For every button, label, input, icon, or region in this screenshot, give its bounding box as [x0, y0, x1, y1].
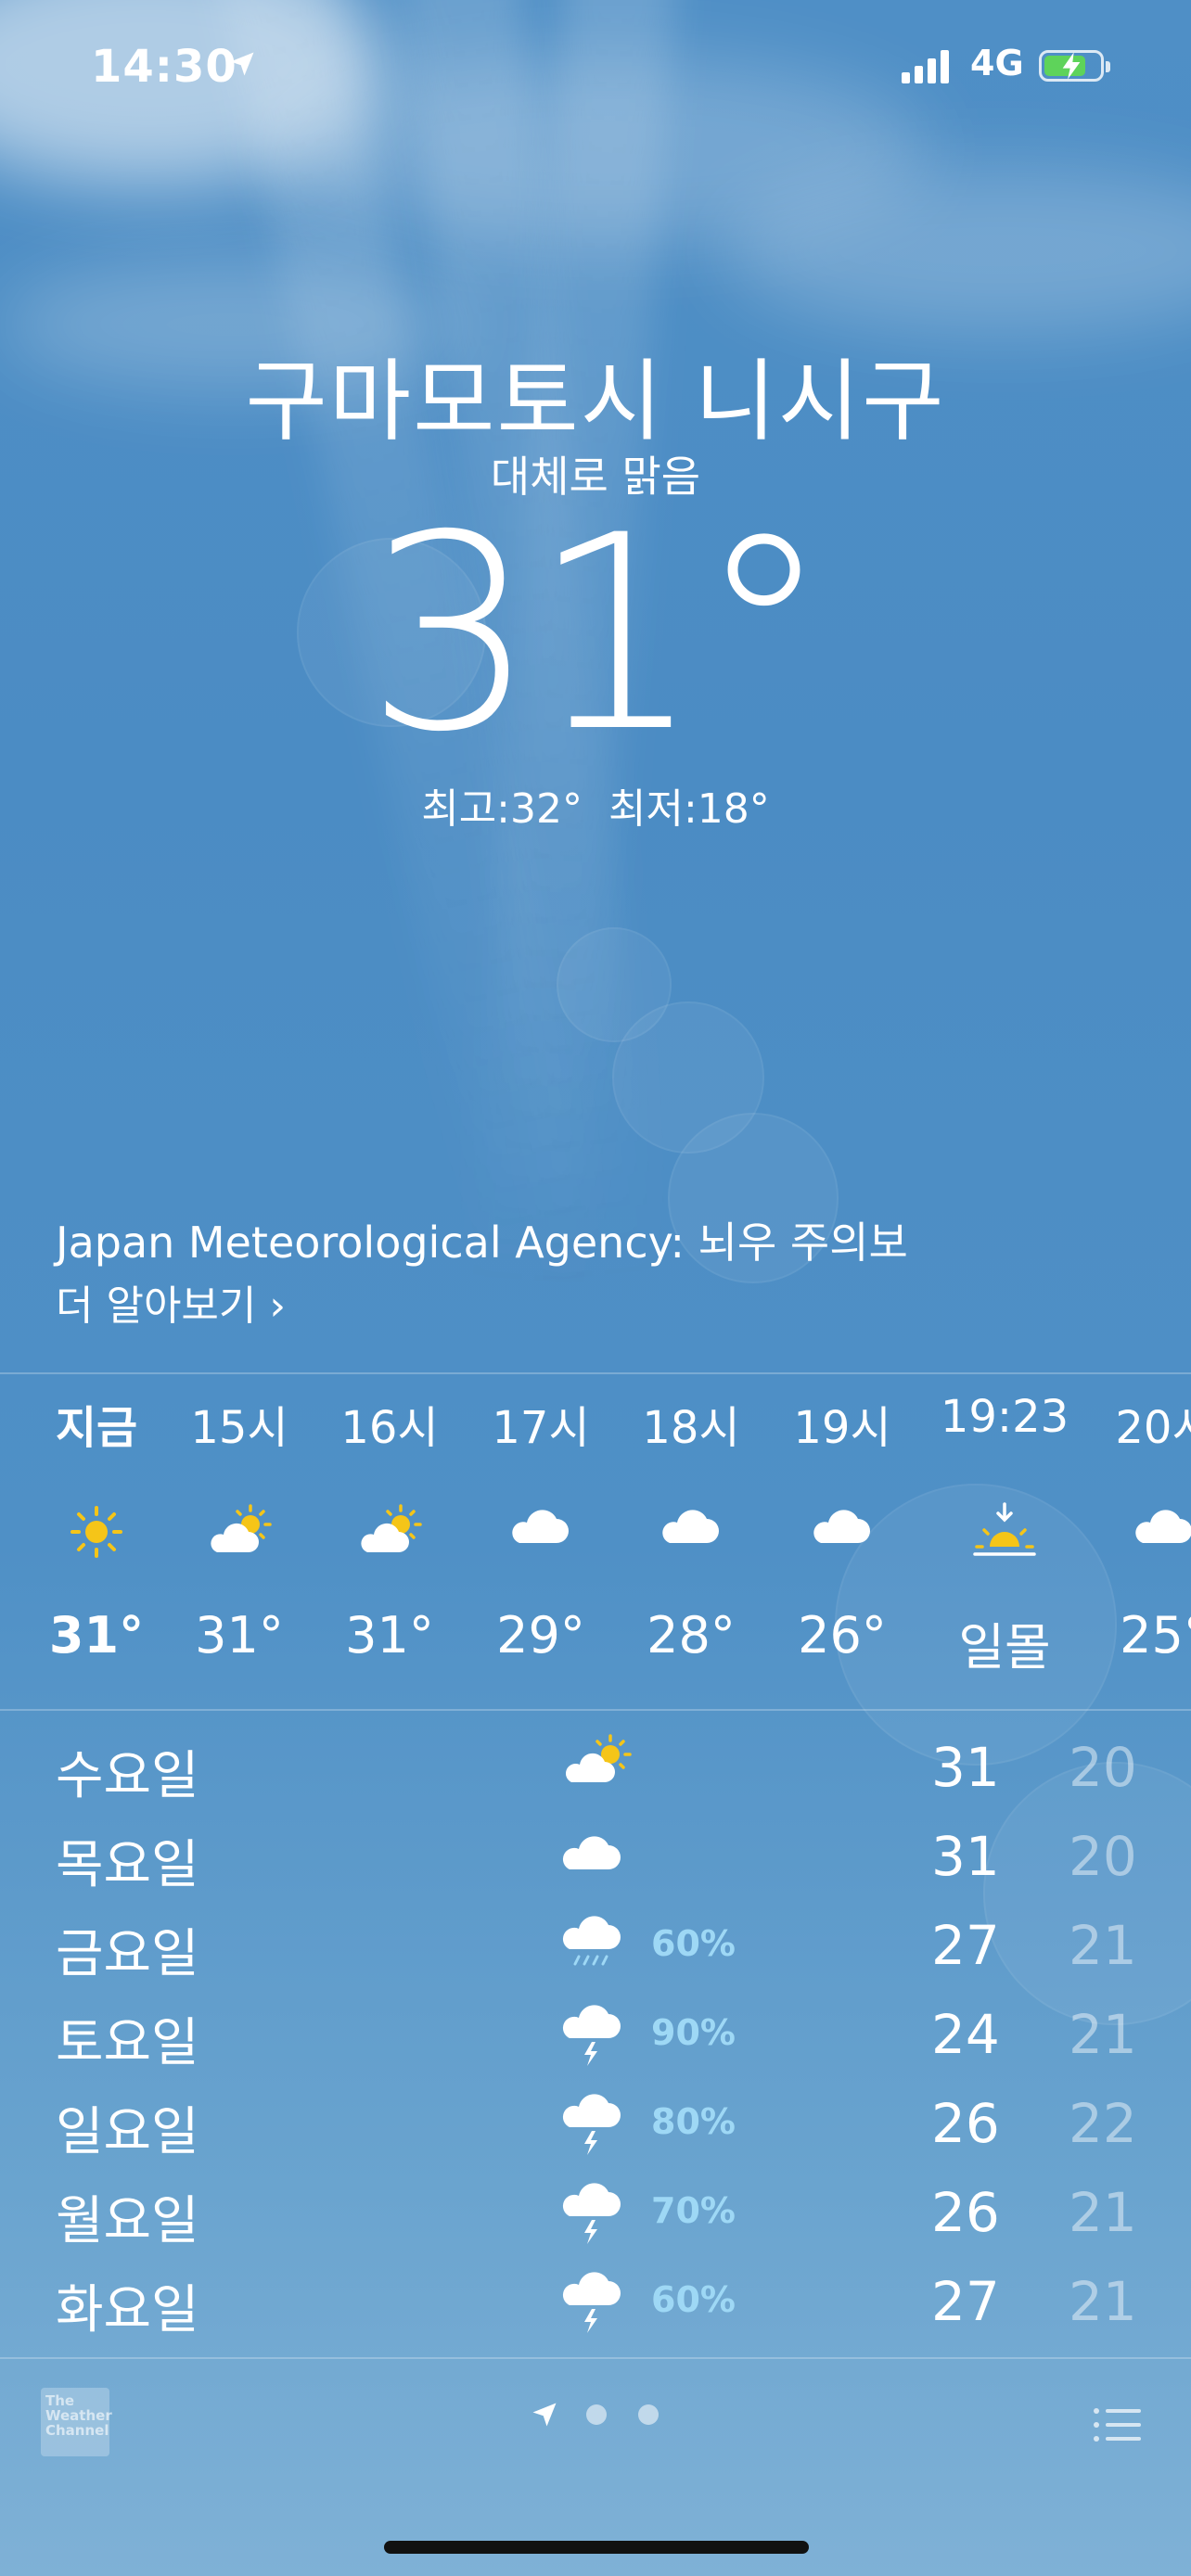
day-name: 수요일 [56, 1746, 199, 1806]
day-name: 목요일 [56, 1835, 199, 1895]
hour-label: 15시 [190, 1402, 288, 1454]
location-arrow-icon [532, 2403, 557, 2427]
day-name: 화요일 [56, 2280, 199, 2340]
divider [0, 1709, 1191, 1711]
day-name: 월요일 [56, 2191, 199, 2251]
daily-row: 목요일 31 20 [0, 1814, 1191, 1903]
battery-charging-icon [1039, 50, 1110, 82]
hour-label: 16시 [340, 1402, 439, 1454]
status-bar: 14:30 4G [0, 37, 1191, 96]
cellular-signal-icon [902, 48, 957, 83]
cloud-icon [1135, 1510, 1191, 1543]
thunderstorm-icon [562, 2005, 621, 2066]
bottom-toolbar: The Weather Channel [0, 2388, 1191, 2456]
precip-chance: 70% [651, 2190, 736, 2231]
hour-item: 17시 29° [457, 1391, 624, 1664]
rain-icon [562, 1916, 621, 1966]
home-indicator[interactable] [384, 2541, 809, 2554]
low-temp: 21 [1069, 1914, 1137, 1977]
hour-item: 15시 31° [156, 1391, 323, 1664]
sun-icon [70, 1506, 122, 1558]
daily-row: 일요일 80% 26 22 [0, 2081, 1191, 2170]
location-name: 구마모토시 니시구 [245, 350, 946, 453]
high-temp: 27 [931, 2270, 1000, 2333]
partly-cloudy-icon [565, 1734, 632, 1782]
daily-row: 월요일 70% 26 21 [0, 2170, 1191, 2259]
low-temp: 21 [1069, 2270, 1137, 2333]
divider [0, 2357, 1191, 2359]
precip-chance: 80% [651, 2101, 736, 2142]
cloud-icon [813, 1510, 870, 1543]
hour-temp: 26° [798, 1606, 887, 1664]
hour-temp: 31° [345, 1606, 434, 1664]
hour-label: 지금 [55, 1402, 138, 1454]
hour-temp: 28° [647, 1606, 736, 1664]
low-temp: 22 [1069, 2092, 1137, 2155]
list-icon[interactable] [1093, 2406, 1141, 2443]
cloud-icon [662, 1510, 719, 1543]
network-type: 4G [970, 43, 1024, 83]
hour-temp: 25° [1120, 1606, 1191, 1664]
day-name: 일요일 [56, 2102, 199, 2162]
sunset-icon [973, 1502, 1036, 1556]
weather-channel-logo[interactable]: The Weather Channel [41, 2388, 112, 2456]
hourly-forecast[interactable]: 지금 31° 15시 31° 16시 31° 17시 29° 18시 28° 1… [0, 1391, 1191, 1697]
daily-row: 수요일 31 20 [0, 1725, 1191, 1814]
page-dot[interactable] [586, 2404, 607, 2425]
daily-row: 금요일 60% 27 21 [0, 1903, 1191, 1992]
high-low: 최고:32° 최저:18° [0, 775, 1191, 835]
cloud-icon [562, 1836, 621, 1869]
low-temp: 최저:18° [608, 785, 770, 833]
high-temp: 31 [931, 1825, 1000, 1888]
precip-chance: 90% [651, 2012, 736, 2053]
day-name: 토요일 [56, 2013, 199, 2073]
hour-item: 지금 31° [13, 1391, 180, 1664]
thunderstorm-icon [562, 2183, 621, 2244]
hour-label: 19:23 [940, 1391, 1069, 1443]
high-temp: 27 [931, 1914, 1000, 1977]
hour-item: 19시 26° [759, 1391, 926, 1664]
hour-temp: 31° [195, 1606, 284, 1664]
hour-label: 17시 [492, 1402, 590, 1454]
hour-label: 19시 [793, 1402, 891, 1454]
low-temp: 20 [1069, 1736, 1137, 1799]
precip-chance: 60% [651, 1923, 736, 1964]
high-temp: 최고:32° [421, 785, 583, 833]
weather-alert-text: Japan Meteorological Agency: 뇌우 주의보 [56, 1218, 908, 1268]
current-temperature: 31° [365, 478, 831, 791]
hour-item: 19:23 일몰 [921, 1391, 1088, 1677]
partly-cloudy-icon [361, 1504, 422, 1552]
status-time: 14:30 [91, 41, 237, 93]
daily-row: 화요일 60% 27 21 [0, 2259, 1191, 2348]
hour-temp: 29° [496, 1606, 585, 1664]
hour-temp: 31° [48, 1606, 145, 1664]
high-temp: 24 [931, 2003, 1000, 2066]
thunderstorm-icon [562, 2094, 621, 2155]
daily-row: 토요일 90% 24 21 [0, 1992, 1191, 2081]
hour-item: 16시 31° [306, 1391, 473, 1664]
thunderstorm-icon [562, 2272, 621, 2333]
hour-item: 20시 25° [1081, 1391, 1191, 1664]
hour-temp: 일몰 [958, 1618, 1051, 1677]
low-temp: 20 [1069, 1825, 1137, 1888]
hour-label: 20시 [1115, 1402, 1191, 1454]
learn-more-link[interactable]: 더 알아보기 › [56, 1272, 286, 1332]
cloud-icon [512, 1510, 569, 1543]
hour-item: 18시 28° [608, 1391, 775, 1664]
day-name: 금요일 [56, 1924, 199, 1984]
divider [0, 1372, 1191, 1374]
low-temp: 21 [1069, 2181, 1137, 2244]
high-temp: 26 [931, 2181, 1000, 2244]
high-temp: 31 [931, 1736, 1000, 1799]
partly-cloudy-icon [211, 1504, 272, 1552]
page-dot[interactable] [638, 2404, 659, 2425]
low-temp: 21 [1069, 2003, 1137, 2066]
high-temp: 26 [931, 2092, 1000, 2155]
location-arrow-icon [230, 52, 254, 76]
precip-chance: 60% [651, 2279, 736, 2320]
hour-label: 18시 [642, 1402, 740, 1454]
